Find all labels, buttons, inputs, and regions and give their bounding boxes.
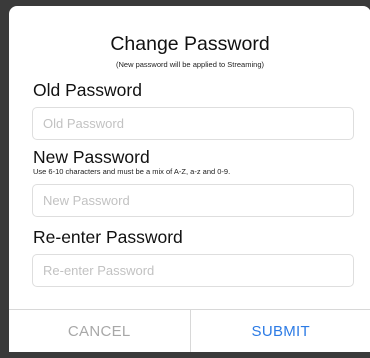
old-password-field-box xyxy=(32,107,354,140)
dialog-subtitle: (New password will be applied to Streami… xyxy=(116,60,264,69)
cancel-button[interactable]: CANCEL xyxy=(9,310,191,352)
new-password-input[interactable] xyxy=(33,185,353,216)
dialog-footer: CANCEL SUBMIT xyxy=(9,309,370,352)
new-password-field-box xyxy=(32,184,354,217)
old-password-label: Old Password xyxy=(33,80,142,100)
new-password-label: New Password xyxy=(33,147,150,167)
reenter-password-field-box xyxy=(32,254,354,287)
old-password-input[interactable] xyxy=(33,108,353,139)
change-password-dialog: Change Password (New password will be ap… xyxy=(9,6,370,352)
submit-button[interactable]: SUBMIT xyxy=(191,310,370,352)
new-password-hint: Use 6-10 characters and must be a mix of… xyxy=(33,167,231,176)
dialog-title: Change Password xyxy=(110,33,270,55)
reenter-password-label: Re-enter Password xyxy=(33,227,183,247)
reenter-password-input[interactable] xyxy=(33,255,353,286)
